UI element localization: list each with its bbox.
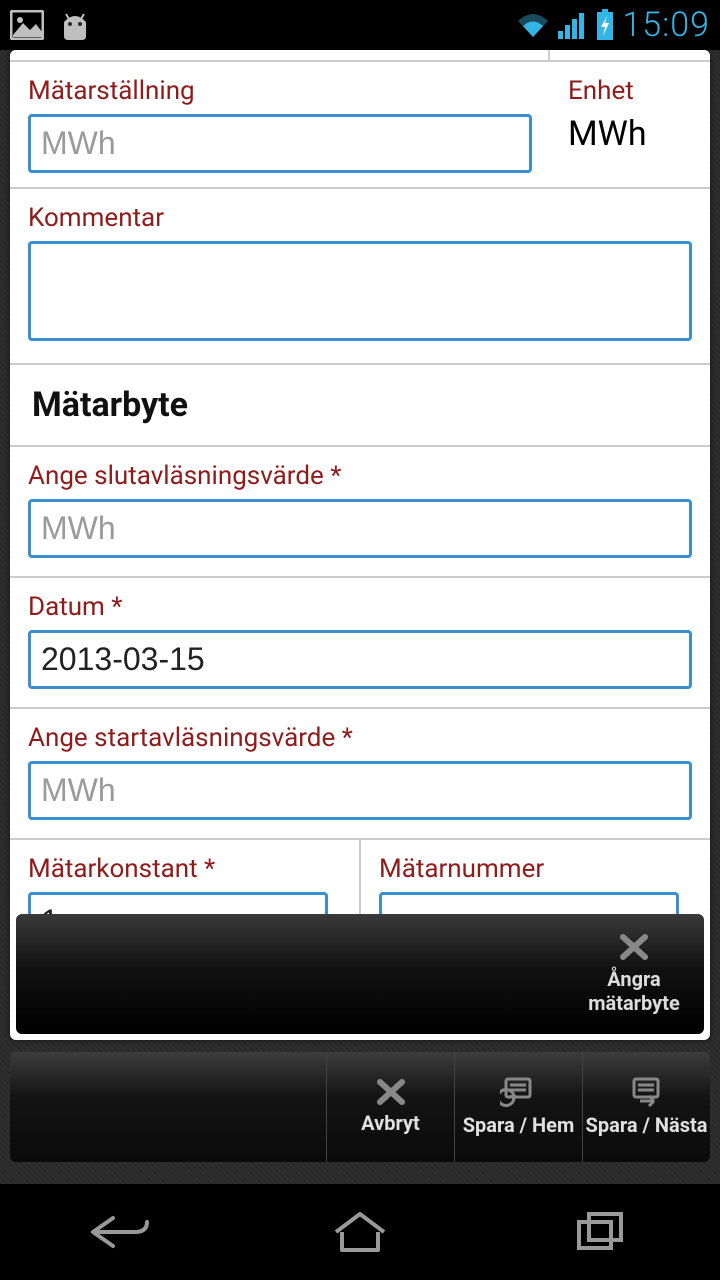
close-icon xyxy=(617,933,651,961)
save-next-button[interactable]: Spara / Nästa xyxy=(582,1052,710,1162)
close-icon xyxy=(375,1079,407,1105)
start-reading-label: Ange startavläsningsvärde xyxy=(28,723,692,753)
cancel-button[interactable]: Avbryt xyxy=(326,1052,454,1162)
reading-input[interactable] xyxy=(28,114,532,173)
undo-label-line1: Ångra xyxy=(607,967,660,991)
save-next-icon xyxy=(628,1077,666,1107)
recent-apps-button[interactable] xyxy=(540,1202,660,1262)
save-home-icon xyxy=(500,1077,538,1107)
constant-label: Mätarkonstant xyxy=(28,854,341,884)
bottom-toolbar: Avbryt Spara / Hem Spara / Nästa xyxy=(10,1052,710,1162)
undo-meter-change-button[interactable]: Ångra mätarbyte xyxy=(564,933,704,1015)
cancel-label: Avbryt xyxy=(361,1111,420,1135)
section-title: Mätarbyte xyxy=(10,365,210,445)
android-icon xyxy=(56,10,94,40)
home-button[interactable] xyxy=(300,1202,420,1262)
status-clock: 15:09 xyxy=(622,5,710,45)
reading-label: Mätarställning xyxy=(28,76,532,106)
end-reading-input[interactable] xyxy=(28,499,692,558)
undo-label-line2: mätarbyte xyxy=(588,991,680,1015)
recent-apps-icon xyxy=(573,1210,627,1254)
form-card: Mätarställning Enhet MWh Kommentar Mätar… xyxy=(10,50,710,1040)
inner-action-bar: Ångra mätarbyte xyxy=(16,914,704,1034)
start-reading-input[interactable] xyxy=(28,761,692,820)
save-home-button[interactable]: Spara / Hem xyxy=(454,1052,582,1162)
gallery-icon xyxy=(10,10,44,40)
home-icon xyxy=(330,1210,390,1254)
meter-number-label: Mätarnummer xyxy=(379,854,692,884)
status-bar: 15:09 xyxy=(0,0,720,50)
save-next-label: Spara / Nästa xyxy=(586,1113,708,1137)
prev-row-sliver xyxy=(10,50,710,62)
date-input[interactable] xyxy=(28,630,692,689)
save-home-label: Spara / Hem xyxy=(463,1113,575,1137)
comment-input[interactable] xyxy=(28,241,692,341)
unit-label: Enhet xyxy=(568,76,692,106)
end-reading-label: Ange slutavläsningsvärde xyxy=(28,461,692,491)
unit-value: MWh xyxy=(568,114,692,154)
comment-label: Kommentar xyxy=(28,203,692,233)
battery-icon xyxy=(596,9,614,41)
back-button[interactable] xyxy=(60,1202,180,1262)
wifi-icon xyxy=(516,11,550,39)
signal-icon xyxy=(558,11,588,39)
android-nav-bar xyxy=(0,1184,720,1280)
date-label: Datum xyxy=(28,592,692,622)
back-icon xyxy=(85,1212,155,1252)
